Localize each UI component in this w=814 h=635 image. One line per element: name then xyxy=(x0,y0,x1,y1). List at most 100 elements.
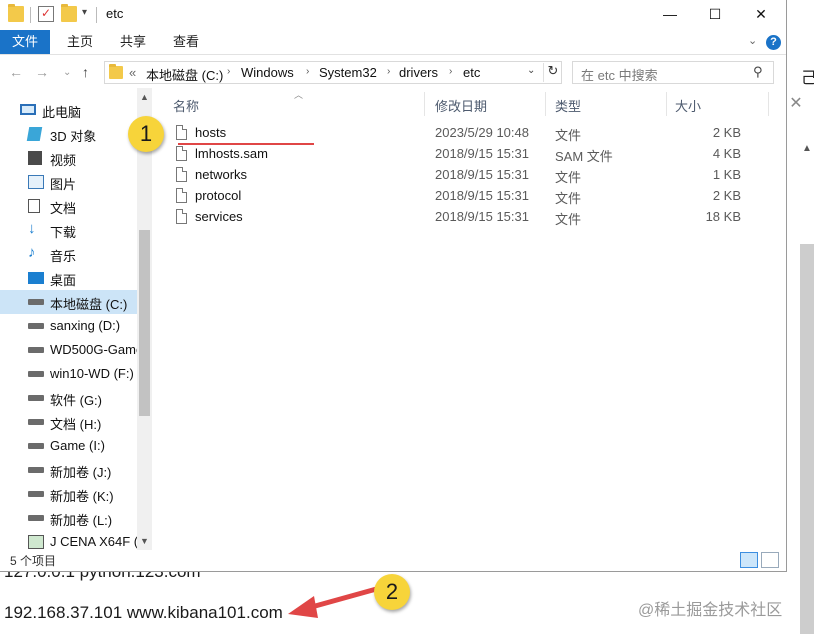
search-icon[interactable]: ⚲ xyxy=(753,64,763,80)
quick-access-dropdown-icon[interactable]: ▾ xyxy=(82,7,87,18)
tab-view[interactable]: 查看 xyxy=(173,30,199,54)
breadcrumb-arrow-icon[interactable]: › xyxy=(387,66,390,77)
column-header-type[interactable]: 类型 xyxy=(555,96,581,115)
sidebar-item[interactable]: ♪ 音乐 xyxy=(0,242,137,266)
file-name: services xyxy=(195,209,243,224)
callout-number-2: 2 xyxy=(374,574,410,610)
search-box[interactable]: 在 etc 中搜索 ⚲ xyxy=(572,61,774,84)
sidebar-item[interactable]: win10-WD (F:) xyxy=(0,362,137,386)
scroll-thumb[interactable] xyxy=(139,230,150,416)
tab-home[interactable]: 主页 xyxy=(67,30,93,54)
minimize-button[interactable]: — xyxy=(650,0,690,30)
sidebar-item[interactable]: ↓ 下载 xyxy=(0,218,137,242)
sidebar-item[interactable]: J CENA X64F (I xyxy=(0,530,142,550)
breadcrumb-overflow[interactable]: « xyxy=(129,65,136,80)
sidebar-item[interactable]: 图片 xyxy=(0,170,137,194)
column-header-date[interactable]: 修改日期 xyxy=(435,96,487,115)
background-edge-text: 己。 xyxy=(801,70,814,87)
drive-icon xyxy=(28,323,44,329)
back-button[interactable]: ← xyxy=(9,64,23,80)
close-button[interactable]: ✕ xyxy=(741,0,781,30)
new-folder-icon[interactable] xyxy=(61,4,77,22)
sidebar-item-label: 此电脑 xyxy=(42,105,82,120)
refresh-icon[interactable]: ↻ xyxy=(543,63,562,82)
title-bar[interactable]: ✓ ▾ etc — ☐ ✕ xyxy=(0,0,786,30)
tab-share[interactable]: 共享 xyxy=(120,30,146,54)
breadcrumb-arrow-icon[interactable]: › xyxy=(306,66,309,77)
file-type: SAM 文件 xyxy=(555,149,613,164)
sidebar-item[interactable]: 新加卷 (L:) xyxy=(0,506,137,530)
sidebar-item-label: 音乐 xyxy=(50,249,77,264)
sidebar-item[interactable]: 桌面 xyxy=(0,266,137,290)
breadcrumb-item[interactable]: drivers xyxy=(399,65,438,80)
drive-icon xyxy=(28,395,44,401)
column-divider[interactable] xyxy=(768,92,769,116)
file-type: 文件 xyxy=(555,128,582,143)
column-divider[interactable] xyxy=(424,92,425,116)
sidebar-item[interactable]: 文档 (H:) xyxy=(0,410,137,434)
sidebar-item[interactable]: Game (I:) xyxy=(0,434,137,458)
help-icon[interactable]: ? xyxy=(766,35,781,50)
dvd-drive-icon xyxy=(28,535,44,549)
large-icons-view-button[interactable] xyxy=(761,552,779,568)
file-date: 2018/9/15 15:31 xyxy=(435,209,529,224)
recent-locations-icon[interactable]: ⌄ xyxy=(63,67,71,78)
column-divider[interactable] xyxy=(545,92,546,116)
sidebar-item[interactable]: sanxing (D:) xyxy=(0,314,137,338)
sidebar-item[interactable]: 软件 (G:) xyxy=(0,386,137,410)
file-name: hosts xyxy=(195,125,227,140)
breadcrumb-arrow-icon[interactable]: › xyxy=(227,66,230,77)
background-scrollbar[interactable] xyxy=(800,244,814,634)
sidebar-item-label: 新加卷 (J:) xyxy=(50,465,112,480)
file-row[interactable]: protocol 2018/9/15 15:31 文件 2 KB xyxy=(172,186,770,207)
column-divider[interactable] xyxy=(666,92,667,116)
maximize-button[interactable]: ☐ xyxy=(695,0,735,30)
address-dropdown-icon[interactable]: ⌄ xyxy=(527,65,535,76)
file-row[interactable]: services 2018/9/15 15:31 文件 18 KB xyxy=(172,207,770,228)
background-close-icon[interactable]: ✕ xyxy=(787,94,805,114)
up-button[interactable]: ↑ xyxy=(82,64,89,80)
sidebar-item-label: 文档 xyxy=(50,201,77,216)
sidebar-item-label: 视频 xyxy=(50,153,77,168)
file-row[interactable]: hosts 2023/5/29 10:48 文件 2 KB xyxy=(172,123,770,144)
nav-pane-scrollbar[interactable]: ▲ ▼ xyxy=(137,88,152,550)
column-header-size[interactable]: 大小 xyxy=(675,96,701,115)
background-scroll-up-icon[interactable]: ▲ xyxy=(802,143,812,154)
breadcrumb-item-current[interactable]: etc xyxy=(463,65,480,80)
expand-ribbon-icon[interactable]: ⌄ xyxy=(748,34,757,47)
breadcrumb-arrow-icon[interactable]: › xyxy=(449,66,452,77)
divider xyxy=(96,7,97,23)
address-bar[interactable]: « 本地磁盘 (C:) › Windows › System32 › drive… xyxy=(104,61,562,84)
file-row[interactable]: lmhosts.sam 2018/9/15 15:31 SAM 文件 4 KB xyxy=(172,144,770,165)
details-view-button[interactable] xyxy=(740,552,758,568)
sidebar-item[interactable]: 视频 xyxy=(0,146,137,170)
file-row[interactable]: networks 2018/9/15 15:31 文件 1 KB xyxy=(172,165,770,186)
sidebar-item[interactable]: 本地磁盘 (C:) xyxy=(0,290,137,314)
sidebar-item-label: 桌面 xyxy=(50,273,77,288)
status-bar: 5 个项目 xyxy=(0,550,786,571)
sidebar-item[interactable]: 此电脑 xyxy=(0,98,137,122)
file-type: 文件 xyxy=(555,212,582,227)
sidebar-item[interactable]: 文档 xyxy=(0,194,137,218)
breadcrumb-item[interactable]: 本地磁盘 (C:) xyxy=(146,65,223,84)
breadcrumb-item[interactable]: Windows xyxy=(241,65,294,80)
column-header-name[interactable]: 名称 xyxy=(173,96,199,115)
sidebar-item-label: sanxing (D:) xyxy=(50,318,121,333)
sidebar-item[interactable]: 3D 对象 xyxy=(0,122,137,146)
sidebar-item[interactable]: WD500G-Game xyxy=(0,338,143,362)
search-input[interactable]: 在 etc 中搜索 xyxy=(581,65,658,84)
file-name: protocol xyxy=(195,188,242,203)
tab-file[interactable]: 文件 xyxy=(0,30,50,54)
breadcrumb-item[interactable]: System32 xyxy=(319,65,377,80)
scroll-up-icon[interactable]: ▲ xyxy=(140,92,149,102)
sidebar-item-label: Game (I:) xyxy=(50,438,105,453)
scroll-down-icon[interactable]: ▼ xyxy=(140,536,149,546)
folder-icon xyxy=(109,64,123,79)
drive-icon xyxy=(28,347,44,353)
properties-icon[interactable]: ✓ xyxy=(38,6,54,22)
forward-button[interactable]: → xyxy=(35,64,49,80)
sidebar-item[interactable]: 新加卷 (J:) xyxy=(0,458,137,482)
file-size: 2 KB xyxy=(712,188,741,203)
sidebar-item-label: 图片 xyxy=(50,177,77,192)
sidebar-item[interactable]: 新加卷 (K:) xyxy=(0,482,137,506)
